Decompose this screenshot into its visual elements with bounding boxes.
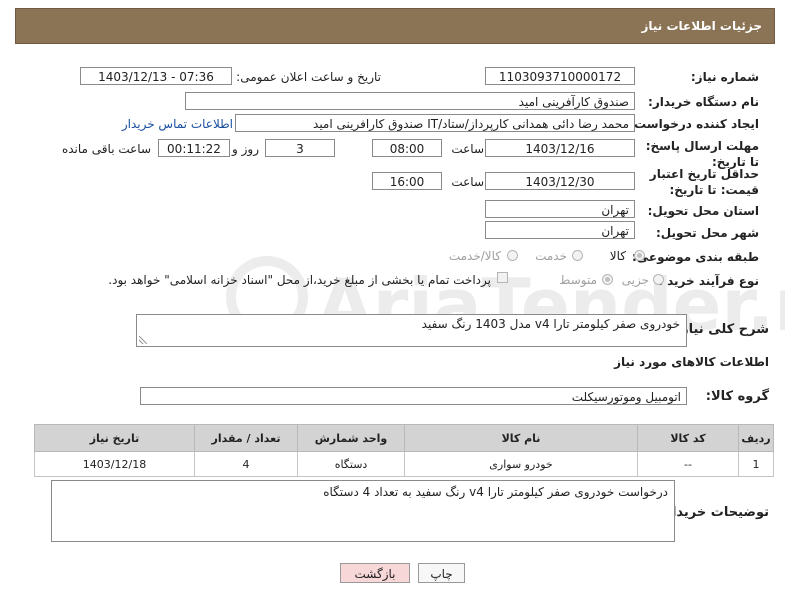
category-goods-radio[interactable] bbox=[634, 250, 645, 261]
need-number-label: شماره نیاز: bbox=[690, 70, 759, 84]
cell-item-name: خودرو سواری bbox=[404, 451, 638, 477]
col-unit: واحد شمارش bbox=[297, 424, 405, 452]
validity-label: حداقل تاریخ اعتبار قیمت: تا تاریخ: bbox=[649, 167, 759, 197]
page-header: جزئیات اطلاعات نیاز bbox=[15, 8, 775, 44]
table-header-row: ردیف کد کالا نام کالا واحد شمارش تعداد /… bbox=[34, 424, 774, 452]
announce-label: تاریخ و ساعت اعلان عمومی: bbox=[236, 70, 381, 84]
validity-date-field: 1403/12/30 bbox=[485, 172, 635, 190]
city-field: تهران bbox=[485, 221, 635, 239]
col-quantity: تعداد / مقدار bbox=[194, 424, 298, 452]
announce-field: 1403/12/13 - 07:36 bbox=[80, 67, 232, 85]
creator-field: محمد رضا دائی همدانی کارپرداز/ستاد/IT صن… bbox=[235, 114, 635, 132]
description-field: خودروی صفر کیلومتر تارا v4 مدل 1403 رنگ … bbox=[136, 314, 687, 347]
time-remaining-label: ساعت باقی مانده bbox=[61, 142, 151, 156]
deadline-time-field: 08:00 bbox=[372, 139, 442, 157]
category-goods-service-label: کالا/خدمت bbox=[448, 249, 501, 263]
time-remaining-field: 00:11:22 bbox=[158, 139, 230, 157]
province-field: تهران bbox=[485, 200, 635, 218]
treasury-payment-checkbox[interactable] bbox=[497, 272, 508, 283]
days-remaining-field: 3 bbox=[265, 139, 335, 157]
buyer-label: نام دستگاه خریدار: bbox=[648, 95, 759, 109]
province-label: استان محل تحویل: bbox=[647, 204, 759, 218]
cell-quantity: 4 bbox=[194, 451, 298, 477]
cell-item-code: -- bbox=[637, 451, 739, 477]
validity-time-label: ساعت bbox=[451, 175, 484, 189]
buyer-contact-link[interactable]: اطلاعات تماس خریدار bbox=[122, 117, 233, 131]
buyer-notes-label: توضیحات خریدار: bbox=[659, 505, 769, 520]
cell-row-number: 1 bbox=[738, 451, 774, 477]
description-label: شرح کلی نیاز: bbox=[675, 322, 769, 337]
resize-handle[interactable] bbox=[139, 336, 147, 344]
city-label: شهر محل تحویل: bbox=[655, 226, 759, 240]
col-item-name: نام کالا bbox=[404, 424, 638, 452]
description-text: خودروی صفر کیلومتر تارا v4 مدل 1403 رنگ … bbox=[421, 317, 680, 331]
category-goods-label: کالا bbox=[609, 249, 626, 263]
goods-group-label: گروه کالا: bbox=[705, 389, 769, 404]
col-need-date: تاریخ نیاز bbox=[34, 424, 195, 452]
goods-info-title: اطلاعات کالاهای مورد نیاز bbox=[614, 355, 769, 369]
category-goods-service-radio[interactable] bbox=[507, 250, 518, 261]
process-medium-label: متوسط bbox=[559, 273, 597, 287]
category-service-radio[interactable] bbox=[572, 250, 583, 261]
back-button[interactable]: بازگشت bbox=[340, 563, 410, 583]
cell-unit: دستگاه bbox=[297, 451, 405, 477]
category-service-label: خدمت bbox=[535, 249, 567, 263]
table-row: 1 -- خودرو سواری دستگاه 4 1403/12/18 bbox=[34, 451, 774, 477]
process-medium-radio[interactable] bbox=[602, 274, 613, 285]
buyer-notes-field: درخواست خودروی صفر کیلومتر تارا v4 رنگ س… bbox=[51, 480, 675, 542]
creator-label: ایجاد کننده درخواست: bbox=[629, 117, 759, 131]
deadline-time-label: ساعت bbox=[451, 142, 484, 156]
days-label: روز و bbox=[232, 142, 259, 156]
process-minor-label: جزیی bbox=[621, 273, 649, 287]
goods-table: ردیف کد کالا نام کالا واحد شمارش تعداد /… bbox=[34, 424, 774, 477]
validity-time-field: 16:00 bbox=[372, 172, 442, 190]
buyer-field: صندوق کارآفرینی امید bbox=[185, 92, 635, 110]
col-item-code: کد کالا bbox=[637, 424, 739, 452]
category-label: طبقه بندی موضوعی: bbox=[631, 250, 759, 264]
process-minor-radio[interactable] bbox=[653, 274, 664, 285]
cell-need-date: 1403/12/18 bbox=[34, 451, 195, 477]
buyer-notes-text: درخواست خودروی صفر کیلومتر تارا v4 رنگ س… bbox=[323, 485, 668, 499]
col-row-number: ردیف bbox=[738, 424, 774, 452]
print-button[interactable]: چاپ bbox=[418, 563, 465, 583]
treasury-payment-note: پرداخت تمام یا بخشی از مبلغ خرید،از محل … bbox=[108, 273, 491, 287]
page-title: جزئیات اطلاعات نیاز bbox=[641, 19, 762, 33]
need-number-field: 1103093710000172 bbox=[485, 67, 635, 85]
process-type-label: نوع فرآیند خرید : bbox=[658, 274, 759, 288]
goods-group-field: اتومبیل وموتورسیکلت bbox=[140, 387, 687, 405]
deadline-date-field: 1403/12/16 bbox=[485, 139, 635, 157]
